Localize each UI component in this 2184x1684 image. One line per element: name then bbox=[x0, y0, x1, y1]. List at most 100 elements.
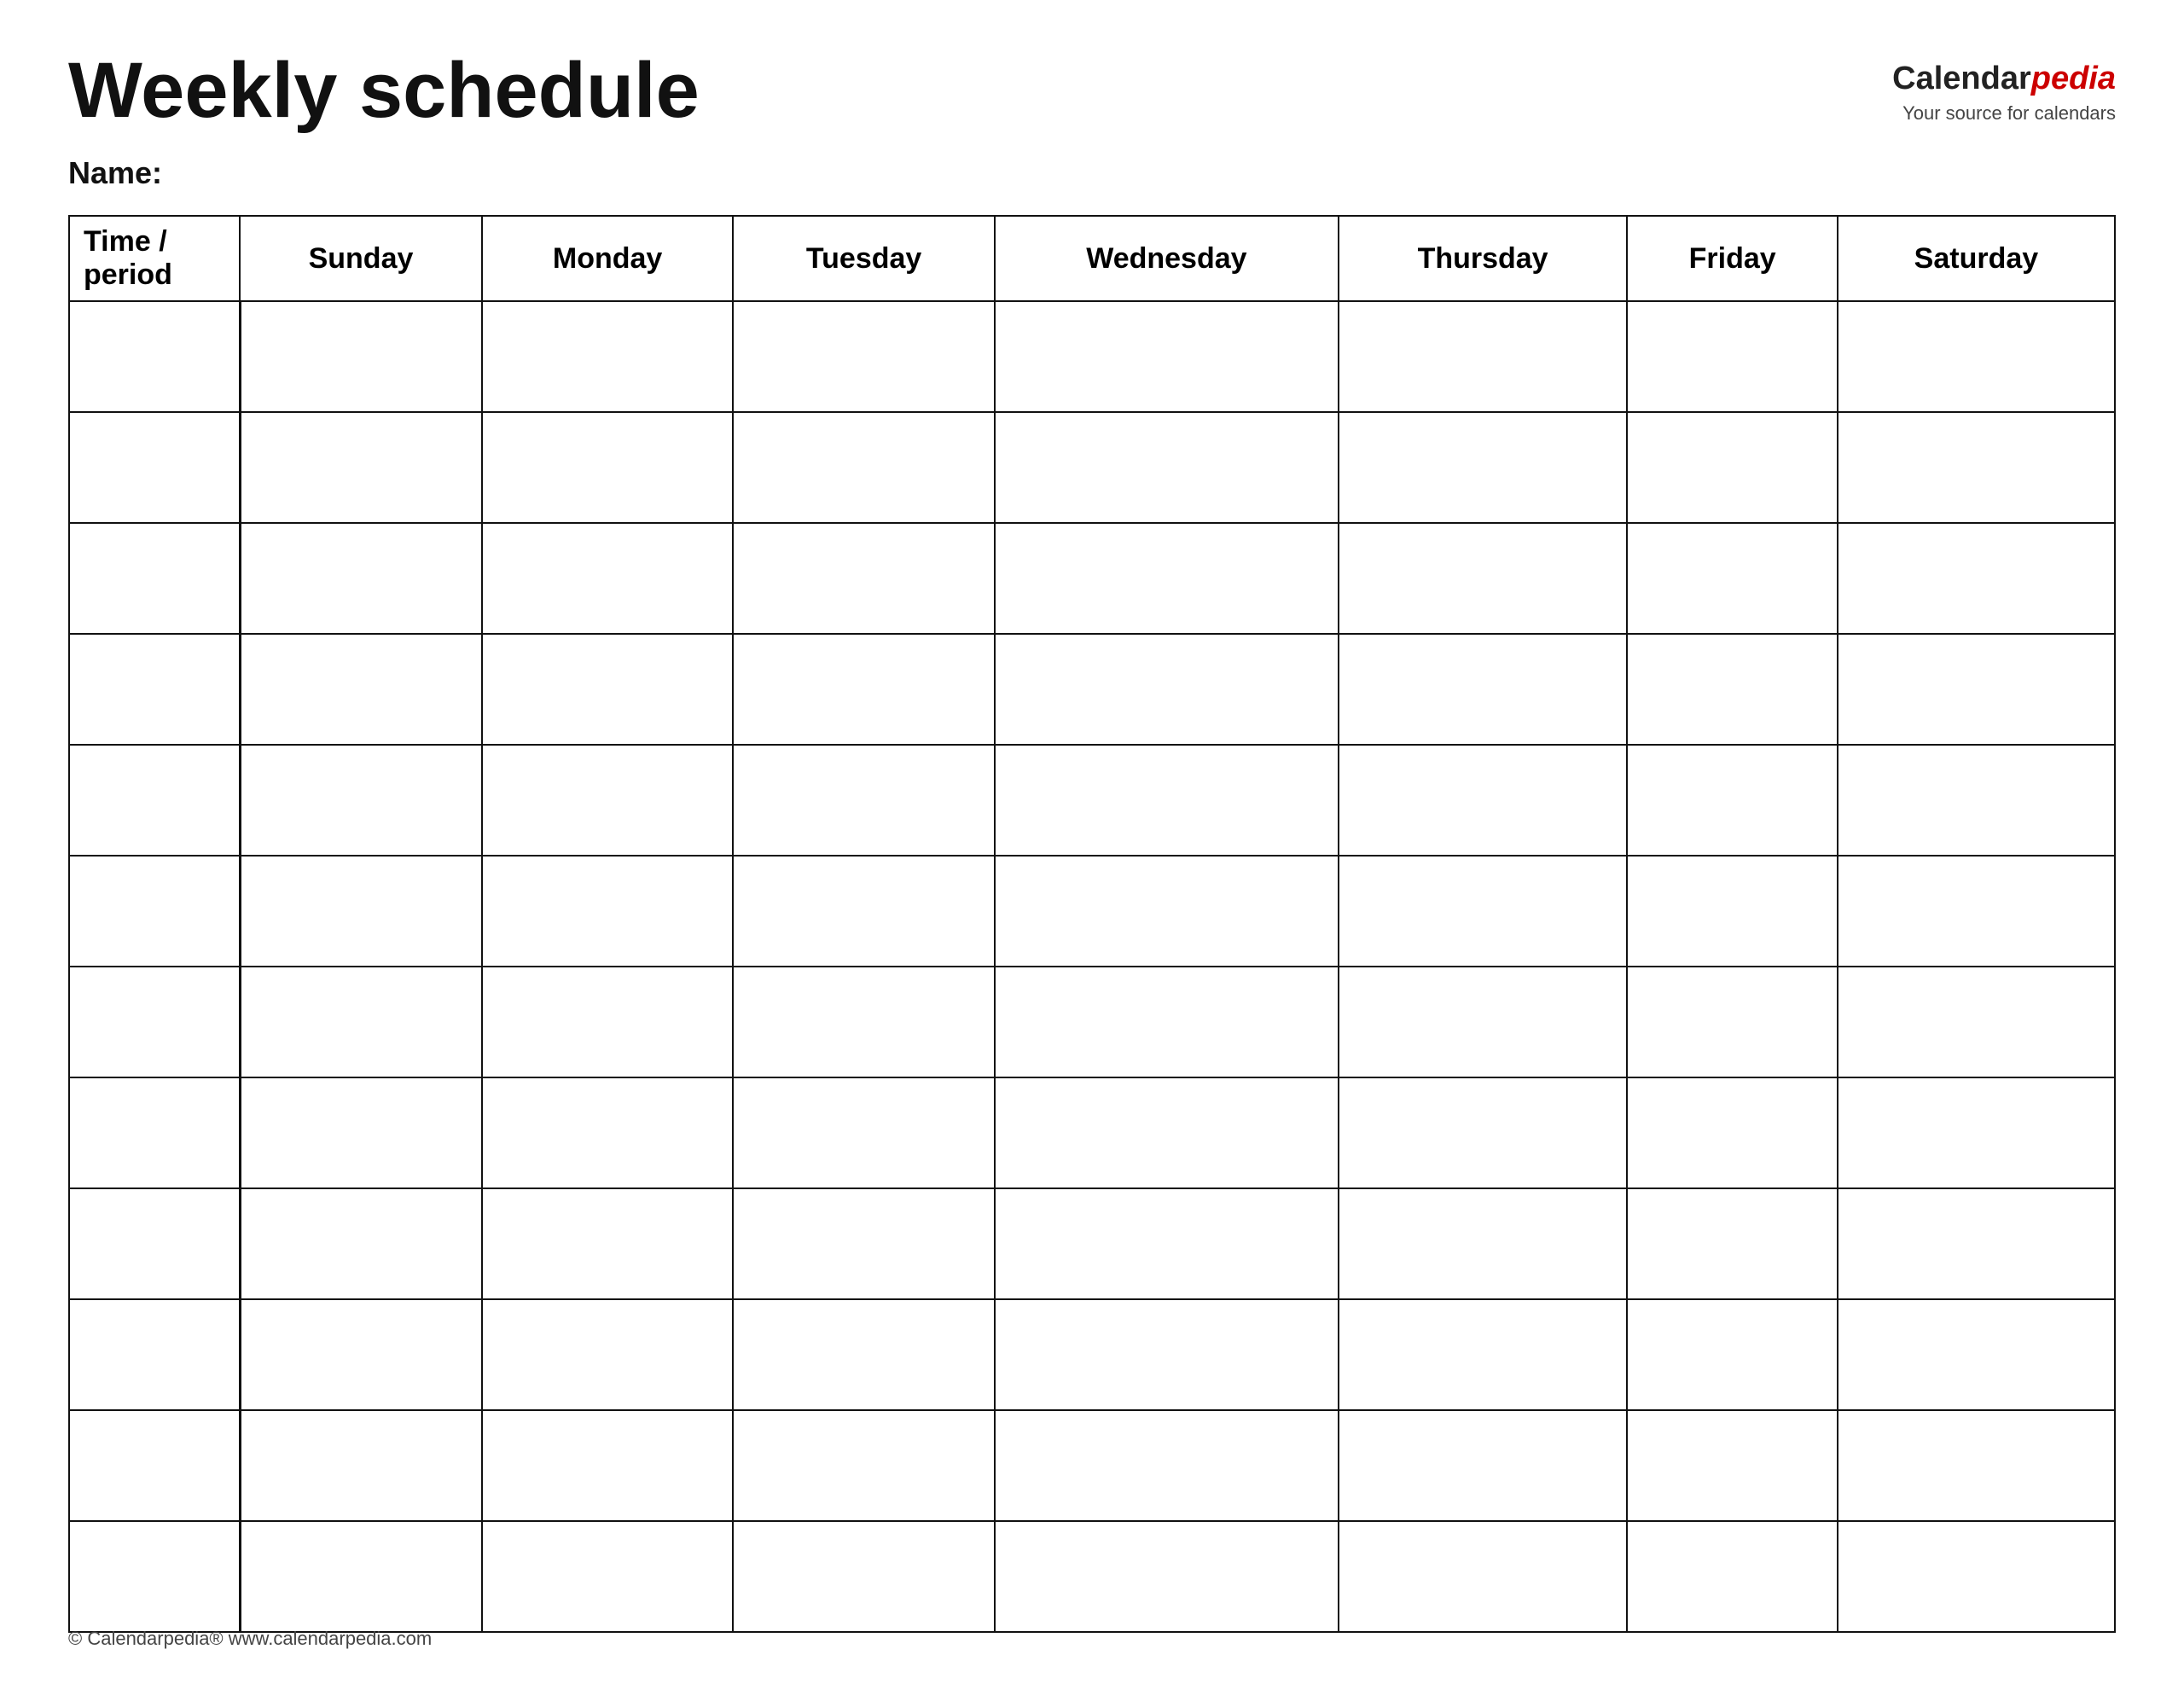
schedule-cell[interactable] bbox=[733, 301, 995, 412]
time-cell[interactable] bbox=[69, 523, 240, 634]
schedule-cell[interactable] bbox=[240, 634, 482, 745]
schedule-cell[interactable] bbox=[995, 634, 1339, 745]
schedule-cell[interactable] bbox=[240, 856, 482, 967]
schedule-cell[interactable] bbox=[1838, 523, 2115, 634]
schedule-cell[interactable] bbox=[733, 856, 995, 967]
schedule-cell[interactable] bbox=[482, 967, 733, 1077]
schedule-cell[interactable] bbox=[733, 1521, 995, 1632]
schedule-cell[interactable] bbox=[733, 967, 995, 1077]
time-cell[interactable] bbox=[69, 412, 240, 523]
schedule-cell[interactable] bbox=[1838, 412, 2115, 523]
schedule-cell[interactable] bbox=[1339, 1521, 1628, 1632]
schedule-cell[interactable] bbox=[1627, 301, 1837, 412]
schedule-cell[interactable] bbox=[1838, 301, 2115, 412]
schedule-cell[interactable] bbox=[482, 412, 733, 523]
schedule-cell[interactable] bbox=[1339, 634, 1628, 745]
schedule-cell[interactable] bbox=[1838, 967, 2115, 1077]
schedule-cell[interactable] bbox=[482, 745, 733, 856]
schedule-cell[interactable] bbox=[482, 1410, 733, 1521]
schedule-cell[interactable] bbox=[733, 1188, 995, 1299]
schedule-cell[interactable] bbox=[995, 301, 1339, 412]
schedule-cell[interactable] bbox=[733, 745, 995, 856]
schedule-cell[interactable] bbox=[995, 523, 1339, 634]
schedule-cell[interactable] bbox=[1339, 412, 1628, 523]
schedule-cell[interactable] bbox=[1627, 523, 1837, 634]
schedule-cell[interactable] bbox=[733, 1299, 995, 1410]
schedule-cell[interactable] bbox=[1838, 1188, 2115, 1299]
schedule-cell[interactable] bbox=[1339, 856, 1628, 967]
schedule-cell[interactable] bbox=[240, 1299, 482, 1410]
schedule-cell[interactable] bbox=[733, 412, 995, 523]
schedule-cell[interactable] bbox=[1627, 856, 1837, 967]
schedule-cell[interactable] bbox=[1627, 1410, 1837, 1521]
schedule-cell[interactable] bbox=[482, 1521, 733, 1632]
col-header-sunday: Sunday bbox=[240, 216, 482, 301]
schedule-cell[interactable] bbox=[482, 1299, 733, 1410]
schedule-cell[interactable] bbox=[1627, 745, 1837, 856]
schedule-cell[interactable] bbox=[482, 1188, 733, 1299]
schedule-cell[interactable] bbox=[995, 745, 1339, 856]
schedule-cell[interactable] bbox=[733, 1077, 995, 1188]
schedule-cell[interactable] bbox=[995, 1410, 1339, 1521]
time-cell[interactable] bbox=[69, 856, 240, 967]
schedule-cell[interactable] bbox=[1627, 634, 1837, 745]
schedule-cell[interactable] bbox=[1627, 1521, 1837, 1632]
schedule-cell[interactable] bbox=[733, 523, 995, 634]
schedule-cell[interactable] bbox=[240, 523, 482, 634]
schedule-cell[interactable] bbox=[240, 301, 482, 412]
schedule-cell[interactable] bbox=[1339, 1410, 1628, 1521]
schedule-cell[interactable] bbox=[1838, 856, 2115, 967]
schedule-cell[interactable] bbox=[240, 412, 482, 523]
schedule-body bbox=[69, 301, 2115, 1632]
time-cell[interactable] bbox=[69, 1188, 240, 1299]
schedule-cell[interactable] bbox=[240, 1410, 482, 1521]
col-header-monday: Monday bbox=[482, 216, 733, 301]
time-cell[interactable] bbox=[69, 301, 240, 412]
schedule-cell[interactable] bbox=[995, 1188, 1339, 1299]
schedule-cell[interactable] bbox=[482, 856, 733, 967]
time-cell[interactable] bbox=[69, 745, 240, 856]
schedule-cell[interactable] bbox=[1627, 967, 1837, 1077]
schedule-cell[interactable] bbox=[1339, 523, 1628, 634]
schedule-cell[interactable] bbox=[995, 1521, 1339, 1632]
time-cell[interactable] bbox=[69, 634, 240, 745]
schedule-cell[interactable] bbox=[482, 1077, 733, 1188]
schedule-cell[interactable] bbox=[995, 856, 1339, 967]
schedule-cell[interactable] bbox=[482, 634, 733, 745]
schedule-cell[interactable] bbox=[733, 634, 995, 745]
schedule-cell[interactable] bbox=[995, 1299, 1339, 1410]
schedule-cell[interactable] bbox=[1838, 745, 2115, 856]
schedule-cell[interactable] bbox=[240, 745, 482, 856]
schedule-cell[interactable] bbox=[1627, 1077, 1837, 1188]
schedule-cell[interactable] bbox=[1339, 745, 1628, 856]
time-cell[interactable] bbox=[69, 1077, 240, 1188]
schedule-cell[interactable] bbox=[1838, 1077, 2115, 1188]
schedule-cell[interactable] bbox=[733, 1410, 995, 1521]
schedule-cell[interactable] bbox=[1838, 1299, 2115, 1410]
schedule-cell[interactable] bbox=[1627, 1299, 1837, 1410]
schedule-cell[interactable] bbox=[1339, 301, 1628, 412]
schedule-cell[interactable] bbox=[1838, 634, 2115, 745]
schedule-cell[interactable] bbox=[1627, 1188, 1837, 1299]
schedule-cell[interactable] bbox=[240, 1188, 482, 1299]
time-cell[interactable] bbox=[69, 967, 240, 1077]
schedule-cell[interactable] bbox=[995, 1077, 1339, 1188]
schedule-cell[interactable] bbox=[1339, 1188, 1628, 1299]
time-cell[interactable] bbox=[69, 1521, 240, 1632]
schedule-cell[interactable] bbox=[1339, 1299, 1628, 1410]
schedule-cell[interactable] bbox=[482, 301, 733, 412]
schedule-cell[interactable] bbox=[240, 967, 482, 1077]
time-cell[interactable] bbox=[69, 1299, 240, 1410]
schedule-cell[interactable] bbox=[240, 1521, 482, 1632]
schedule-cell[interactable] bbox=[995, 967, 1339, 1077]
schedule-cell[interactable] bbox=[995, 412, 1339, 523]
schedule-cell[interactable] bbox=[1838, 1410, 2115, 1521]
time-cell[interactable] bbox=[69, 1410, 240, 1521]
schedule-cell[interactable] bbox=[240, 1077, 482, 1188]
logo-text: Calendarpedia bbox=[1892, 60, 2116, 99]
schedule-cell[interactable] bbox=[1838, 1521, 2115, 1632]
schedule-cell[interactable] bbox=[482, 523, 733, 634]
schedule-cell[interactable] bbox=[1339, 1077, 1628, 1188]
schedule-cell[interactable] bbox=[1339, 967, 1628, 1077]
schedule-cell[interactable] bbox=[1627, 412, 1837, 523]
